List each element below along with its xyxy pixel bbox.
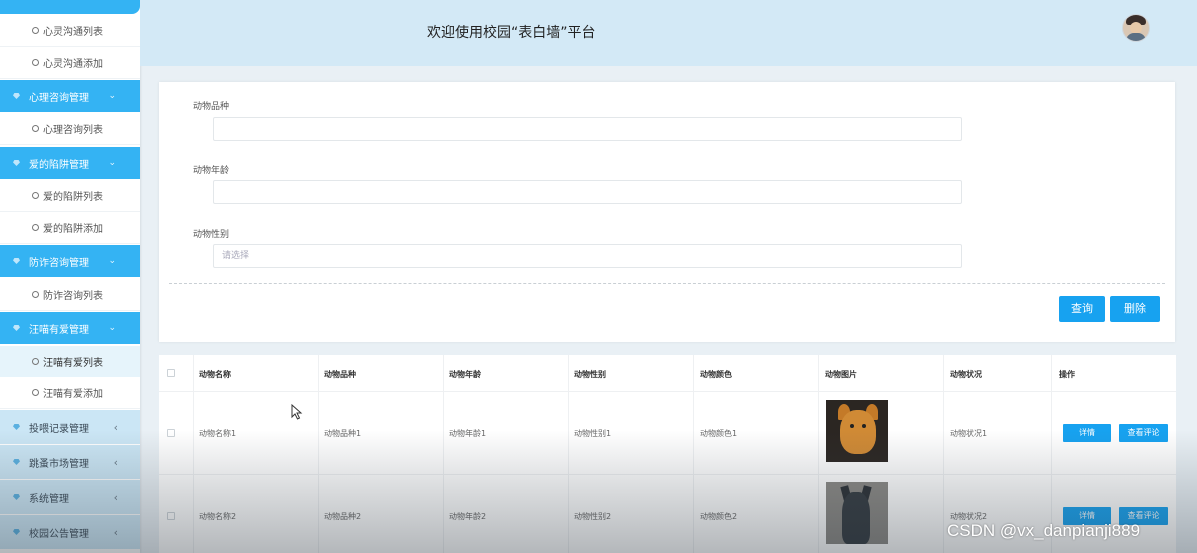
sidebar-group-label: 汪喵有爱管理 xyxy=(29,324,89,336)
sidebar-item-label: 爱的陷阱添加 xyxy=(43,224,103,235)
cell-color: 动物颜色2 xyxy=(700,512,738,521)
sidebar-item-label: 心理咨询列表 xyxy=(43,125,103,136)
animal-photo xyxy=(826,482,888,544)
gender-label: 动物性别 xyxy=(193,230,230,240)
view-comments-button[interactable]: 查看评论 xyxy=(1119,424,1168,442)
cell-breed: 动物品种1 xyxy=(324,429,362,438)
check-circle-icon xyxy=(32,59,39,66)
header-actions: 操作 xyxy=(1059,370,1075,379)
chevron-down-icon: ⌄ xyxy=(108,323,116,333)
diamond-icon xyxy=(13,258,20,264)
sidebar-group-announcements[interactable]: 校园公告管理 ‹ xyxy=(0,515,140,549)
delete-button[interactable]: 删除 xyxy=(1110,296,1160,322)
sidebar-group-system[interactable]: 系统管理 ‹ xyxy=(0,480,140,514)
sidebar-group-label: 投喂记录管理 xyxy=(29,423,89,435)
header-breed: 动物品种 xyxy=(324,370,356,379)
check-circle-icon xyxy=(32,125,39,132)
sidebar-item-heart-talk-list[interactable]: 心灵沟通列表 xyxy=(0,15,140,47)
gender-select[interactable]: 请选择 xyxy=(213,244,962,268)
cell-age: 动物年龄2 xyxy=(449,512,487,521)
diamond-icon xyxy=(13,494,20,500)
chevron-down-icon: ⌄ xyxy=(108,256,116,266)
sidebar-item-label: 心灵沟通添加 xyxy=(43,59,103,70)
sidebar-item-pet-love-list[interactable]: 汪喵有爱列表 xyxy=(0,346,140,378)
chevron-left-icon: ‹ xyxy=(113,490,118,504)
avatar[interactable] xyxy=(1122,14,1150,42)
cell-color: 动物颜色1 xyxy=(700,429,738,438)
sidebar-item-love-trap-add[interactable]: 爱的陷阱添加 xyxy=(0,212,140,244)
age-input[interactable] xyxy=(213,180,962,204)
search-panel: 动物品种 动物年龄 动物性别 请选择 查询 删除 xyxy=(159,82,1175,342)
diamond-icon xyxy=(13,529,20,535)
sidebar-group-feeding[interactable]: 投喂记录管理 ‹ xyxy=(0,410,140,444)
header-age: 动物年龄 xyxy=(449,370,481,379)
header-gender: 动物性别 xyxy=(574,370,606,379)
cell-name: 动物名称1 xyxy=(199,429,237,438)
chevron-down-icon: ⌄ xyxy=(108,91,116,101)
cell-age: 动物年龄1 xyxy=(449,429,487,438)
page-title: 欢迎使用校园“表白墙”平台 xyxy=(427,25,596,41)
header-color: 动物颜色 xyxy=(700,370,732,379)
sidebar-group-flea-market[interactable]: 跳蚤市场管理 ‹ xyxy=(0,445,140,479)
top-header: 欢迎使用校园“表白墙”平台 xyxy=(140,0,1197,66)
check-circle-icon xyxy=(32,224,39,231)
sidebar-item-label: 心灵沟通列表 xyxy=(43,27,103,38)
select-all-checkbox[interactable] xyxy=(167,369,175,377)
divider xyxy=(169,283,1165,284)
cell-status: 动物状况1 xyxy=(950,429,988,438)
diamond-icon xyxy=(13,160,20,166)
age-label: 动物年龄 xyxy=(193,166,230,176)
cell-gender: 动物性别1 xyxy=(574,429,612,438)
check-circle-icon xyxy=(32,358,39,365)
sidebar-group-cut[interactable] xyxy=(0,0,140,14)
watermark: CSDN @vx_danpianji889 xyxy=(947,521,1141,540)
diamond-icon xyxy=(13,459,20,465)
sidebar-group-anti-fraud[interactable]: 防诈咨询管理 ⌄ xyxy=(0,245,140,277)
header-name: 动物名称 xyxy=(199,370,231,379)
sidebar: 心灵沟通列表 心灵沟通添加 心理咨询管理 ⌄ 心理咨询列表 爱的陷阱管理 ⌄ 爱… xyxy=(0,0,140,553)
query-button[interactable]: 查询 xyxy=(1059,296,1105,322)
row-checkbox[interactable] xyxy=(167,512,175,520)
sidebar-group-pet-love[interactable]: 汪喵有爱管理 ⌄ xyxy=(0,312,140,344)
header-picture: 动物图片 xyxy=(825,370,857,379)
breed-label: 动物品种 xyxy=(193,102,230,112)
chevron-left-icon: ‹ xyxy=(113,525,118,539)
sidebar-item-pet-love-add[interactable]: 汪喵有爱添加 xyxy=(0,377,140,409)
sidebar-item-anti-fraud-list[interactable]: 防诈咨询列表 xyxy=(0,279,140,311)
sidebar-item-counseling-list[interactable]: 心理咨询列表 xyxy=(0,113,140,145)
sidebar-item-love-trap-list[interactable]: 爱的陷阱列表 xyxy=(0,180,140,212)
sidebar-group-label: 心理咨询管理 xyxy=(29,92,89,104)
sidebar-group-label: 校园公告管理 xyxy=(29,528,89,540)
check-circle-icon xyxy=(32,27,39,34)
check-circle-icon xyxy=(32,389,39,396)
sidebar-group-counseling[interactable]: 心理咨询管理 ⌄ xyxy=(0,80,140,112)
check-circle-icon xyxy=(32,192,39,199)
cell-gender: 动物性别2 xyxy=(574,512,612,521)
check-circle-icon xyxy=(32,291,39,298)
cell-name: 动物名称2 xyxy=(199,512,237,521)
chevron-left-icon: ‹ xyxy=(113,455,118,469)
header-status: 动物状况 xyxy=(950,370,982,379)
sidebar-item-heart-talk-add[interactable]: 心灵沟通添加 xyxy=(0,47,140,79)
chevron-down-icon: ⌄ xyxy=(108,158,116,168)
sidebar-item-label: 防诈咨询列表 xyxy=(43,291,103,302)
diamond-icon xyxy=(13,325,20,331)
cell-breed: 动物品种2 xyxy=(324,512,362,521)
diamond-icon xyxy=(13,93,20,99)
sidebar-item-label: 汪喵有爱列表 xyxy=(43,358,103,369)
detail-button[interactable]: 详情 xyxy=(1063,424,1111,442)
row-checkbox[interactable] xyxy=(167,429,175,437)
sidebar-group-label: 防诈咨询管理 xyxy=(29,257,89,269)
sidebar-group-love-trap[interactable]: 爱的陷阱管理 ⌄ xyxy=(0,147,140,179)
sidebar-group-label: 爱的陷阱管理 xyxy=(29,159,89,171)
chevron-left-icon: ‹ xyxy=(113,420,118,434)
sidebar-item-label: 汪喵有爱添加 xyxy=(43,389,103,400)
sidebar-group-label: 跳蚤市场管理 xyxy=(29,458,89,470)
animal-photo xyxy=(826,400,888,462)
breed-input[interactable] xyxy=(213,117,962,141)
mouse-cursor-icon xyxy=(291,404,303,420)
diamond-icon xyxy=(13,424,20,430)
sidebar-item-label: 爱的陷阱列表 xyxy=(43,192,103,203)
sidebar-group-label: 系统管理 xyxy=(29,493,69,505)
